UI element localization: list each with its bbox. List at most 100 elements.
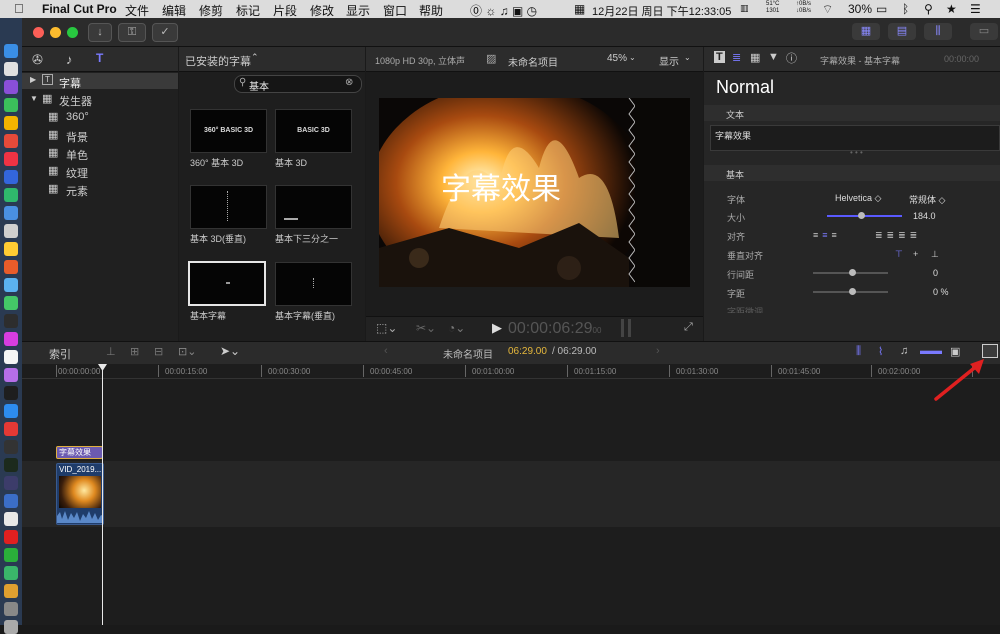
menu-view[interactable]: 显示 xyxy=(346,2,370,19)
speed-icon[interactable]: ◔⌄ xyxy=(448,321,465,335)
slider-knob[interactable] xyxy=(849,288,856,295)
bluetooth-icon[interactable]: ᛒ xyxy=(902,2,909,16)
menu-trim[interactable]: 修剪 xyxy=(199,2,223,19)
basic-section-header[interactable] xyxy=(704,165,1000,181)
video-clip[interactable]: VID_2019... xyxy=(56,463,104,525)
wifi-icon[interactable]: ⌔ xyxy=(822,2,833,17)
chevron-updown-icon[interactable]: ⌃ xyxy=(251,52,259,63)
forward-arrow-icon[interactable]: › xyxy=(656,345,660,357)
dock-app-icon[interactable] xyxy=(4,116,18,130)
audio-skimming-icon[interactable]: ⫼ xyxy=(856,345,861,358)
app-menu[interactable]: Final Cut Pro xyxy=(42,2,117,16)
title-thumbnail-selected[interactable] xyxy=(188,261,266,306)
tracking-slider[interactable] xyxy=(813,288,888,295)
dock-app-icon[interactable] xyxy=(4,440,18,454)
tracking-value[interactable]: 0 % xyxy=(933,287,949,297)
sidebar-item-360[interactable]: 360° xyxy=(66,111,89,123)
dock-app-icon[interactable] xyxy=(4,242,18,256)
timecode-display[interactable]: 00:00:06:2900 xyxy=(508,320,601,338)
line-spacing-value[interactable]: 0 xyxy=(933,268,938,278)
apple-icon[interactable]:  xyxy=(14,1,24,16)
align-bottom-icon[interactable]: ⊥ xyxy=(931,249,939,260)
dock-app-icon[interactable] xyxy=(4,584,18,598)
title-thumbnail[interactable]: BASIC 3D xyxy=(275,109,352,153)
menu-help[interactable]: 帮助 xyxy=(419,2,443,19)
menu-modify[interactable]: 修改 xyxy=(310,2,334,19)
dock-app-icon[interactable] xyxy=(4,98,18,112)
sidebar-item-backgrounds[interactable]: 背景 xyxy=(66,129,88,145)
title-thumbnail[interactable] xyxy=(190,185,267,229)
dock-app-icon[interactable] xyxy=(4,224,18,238)
text-inspector-icon[interactable]: ≣ xyxy=(732,51,741,64)
align-right-icon[interactable]: ≡ xyxy=(832,230,841,240)
dock-app-icon[interactable] xyxy=(4,404,18,418)
import-icon[interactable]: ↓ xyxy=(88,23,112,42)
sidebar-item-solids[interactable]: 单色 xyxy=(66,147,88,163)
chevron-down-icon[interactable]: ⌄ xyxy=(684,53,691,62)
menu-edit[interactable]: 编辑 xyxy=(162,2,186,19)
dock-app-icon[interactable] xyxy=(4,530,18,544)
dock-app-icon[interactable] xyxy=(4,152,18,166)
dock-app-icon[interactable] xyxy=(4,386,18,400)
select-tool-icon[interactable]: ➤⌄ xyxy=(220,344,240,358)
battery-icon[interactable]: ▭ xyxy=(876,2,887,16)
append-clip-icon[interactable]: ⊟ xyxy=(154,345,163,358)
timeline-project-name[interactable]: 未命名项目 xyxy=(443,346,493,361)
temp-readout[interactable]: 51°C 1301 xyxy=(766,1,779,15)
headphones-icon[interactable]: ♫ xyxy=(900,345,908,357)
title-thumbnail[interactable] xyxy=(275,185,352,229)
dock-app-icon[interactable] xyxy=(4,188,18,202)
project-name[interactable]: 未命名项目 xyxy=(508,54,558,69)
dock-app-icon[interactable] xyxy=(4,62,18,76)
layout-grid-icon[interactable]: ▦ xyxy=(852,23,880,40)
dock-app-icon[interactable] xyxy=(4,206,18,220)
title-inspector-icon[interactable]: T xyxy=(714,51,725,63)
dock-app-icon[interactable] xyxy=(4,296,18,310)
size-slider[interactable] xyxy=(827,212,902,219)
inspector-toggle-icon[interactable]: ⫼ xyxy=(924,23,952,40)
play-icon[interactable]: ▶ xyxy=(492,320,502,336)
connect-clip-icon[interactable]: ⊥ xyxy=(106,345,116,358)
justify-buttons[interactable]: ≣≣≣≣ xyxy=(875,230,921,241)
calendar-icon[interactable]: ▦ xyxy=(574,2,585,16)
browser-title[interactable]: 已安装的字幕 xyxy=(185,53,251,69)
video-frame[interactable]: 字幕效果 xyxy=(379,98,690,287)
dock-app-icon[interactable] xyxy=(4,170,18,184)
disclosure-icon[interactable]: ▼ xyxy=(30,94,38,103)
sidebar-item-elements[interactable]: 元素 xyxy=(66,183,88,199)
dock-app-icon[interactable] xyxy=(4,512,18,526)
text-section-header[interactable] xyxy=(704,105,1000,121)
disclosure-icon[interactable]: ▶ xyxy=(30,75,36,84)
crop-icon[interactable]: ✂⌄ xyxy=(416,321,436,335)
align-top-icon[interactable]: ⊤ xyxy=(895,249,903,260)
search-input[interactable]: ⚲ 基本 ⊗ xyxy=(234,75,362,93)
font-family-select[interactable]: Helvetica ◇ xyxy=(835,193,881,204)
dock-app-icon[interactable] xyxy=(4,548,18,562)
slider-knob[interactable] xyxy=(849,269,856,276)
transform-icon[interactable]: ⬚⌄ xyxy=(376,321,397,335)
info-icon[interactable]: ⓘ xyxy=(786,50,797,66)
display-menu[interactable]: 显示 xyxy=(659,53,679,68)
align-buttons[interactable]: ≡≡≡ xyxy=(813,230,841,240)
overwrite-clip-icon[interactable]: ⊡⌄ xyxy=(178,345,196,358)
dock-app-icon[interactable] xyxy=(4,44,18,58)
keyword-icon[interactable]: ⚿ xyxy=(118,23,146,42)
zoom-window-button[interactable] xyxy=(67,27,78,38)
align-left-icon[interactable]: ≡ xyxy=(813,230,822,240)
insert-clip-icon[interactable]: ⊞ xyxy=(130,345,139,358)
font-style-select[interactable]: 常规体 ◇ xyxy=(909,193,945,206)
dock-app-icon[interactable] xyxy=(4,350,18,364)
status-icons[interactable]: ⓪ ☼ ♫ ▣ ◷ xyxy=(470,2,537,19)
menu-list-icon[interactable]: ☰ xyxy=(970,2,981,16)
dock-app-icon[interactable] xyxy=(4,566,18,580)
title-thumbnail[interactable] xyxy=(275,262,352,306)
title-clip[interactable]: 字幕效果 xyxy=(56,446,103,459)
menu-clip[interactable]: 片段 xyxy=(273,2,297,19)
slider-knob[interactable] xyxy=(858,212,865,219)
sidebar-item-textures[interactable]: 纹理 xyxy=(66,165,88,181)
align-center-icon[interactable]: ≡ xyxy=(822,230,831,240)
video-inspector-icon[interactable]: ▦ xyxy=(750,51,760,64)
zoom-select[interactable]: 45% xyxy=(607,53,627,64)
dock-app-icon[interactable] xyxy=(4,134,18,148)
title-overlay-text[interactable]: 字幕效果 xyxy=(441,164,561,208)
